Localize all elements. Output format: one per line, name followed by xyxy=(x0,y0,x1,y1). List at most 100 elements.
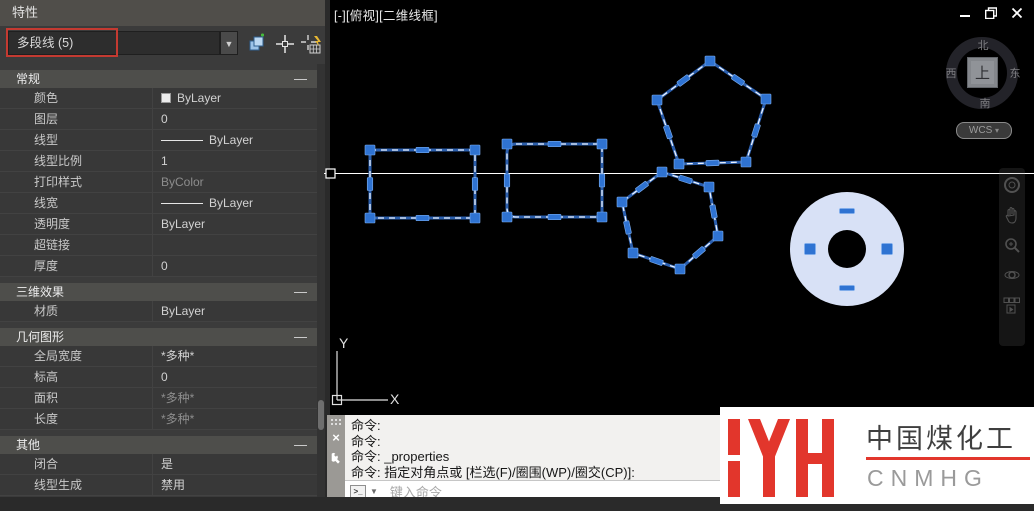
rectangle-2-midpoint-grip[interactable] xyxy=(599,174,605,187)
hexagon-vertex-grip[interactable] xyxy=(713,231,723,241)
property-value[interactable]: ByLayer xyxy=(152,130,317,150)
collapse-icon[interactable]: — xyxy=(294,436,307,454)
collapse-icon[interactable]: — xyxy=(294,328,307,346)
zoom-icon[interactable] xyxy=(1003,236,1021,254)
hexagon-midpoint-grip[interactable] xyxy=(623,221,631,235)
rectangle-1-midpoint-grip[interactable] xyxy=(367,178,373,191)
rectangle-2-vertex-grip[interactable] xyxy=(597,139,607,149)
viewcube-west-label[interactable]: 西 xyxy=(946,65,957,81)
minimize-button[interactable] xyxy=(955,5,975,20)
rectangle-1-midpoint-grip[interactable] xyxy=(416,215,429,221)
viewcube-south-label[interactable]: 南 xyxy=(980,95,991,111)
property-value[interactable]: ByLayer xyxy=(152,88,317,108)
dropdown-arrow-icon[interactable]: ▼ xyxy=(220,31,238,55)
pentagon-midpoint-grip[interactable] xyxy=(706,160,719,166)
pentagon-midpoint-grip[interactable] xyxy=(677,74,691,86)
pentagon-midpoint-grip[interactable] xyxy=(663,125,672,139)
donut-grip[interactable] xyxy=(882,244,893,255)
property-value[interactable]: ByColor xyxy=(152,172,317,192)
wcs-dropdown[interactable]: WCS ▾ xyxy=(956,122,1012,139)
pentagon-outline[interactable] xyxy=(657,61,766,164)
rectangle-1-outline[interactable] xyxy=(370,150,475,218)
rectangle-2-midpoint-grip[interactable] xyxy=(548,214,561,220)
hexagon-midpoint-grip[interactable] xyxy=(649,256,663,265)
property-value[interactable]: 0 xyxy=(152,109,317,129)
command-close-icon[interactable]: × xyxy=(327,430,345,445)
rectangle-1-vertex-grip[interactable] xyxy=(470,145,480,155)
hexagon-midpoint-grip[interactable] xyxy=(692,246,705,259)
rectangle-1-midpoint-grip[interactable] xyxy=(416,147,429,153)
viewcube-north-label[interactable]: 北 xyxy=(978,37,989,53)
property-row: 颜色ByLayer xyxy=(0,88,317,109)
hexagon-vertex-grip[interactable] xyxy=(628,248,638,258)
section-header[interactable]: 常规— xyxy=(0,70,317,88)
rectangle-1-vertex-grip[interactable] xyxy=(365,145,375,155)
restore-button[interactable] xyxy=(981,5,1001,20)
hexagon-vertex-grip[interactable] xyxy=(704,182,714,192)
rectangle-2-vertex-grip[interactable] xyxy=(502,139,512,149)
cursor-pickbox[interactable] xyxy=(326,169,335,178)
pentagon-vertex-grip[interactable] xyxy=(652,95,662,105)
rectangle-2-midpoint-grip[interactable] xyxy=(548,141,561,147)
hexagon-vertex-grip[interactable] xyxy=(617,197,627,207)
hexagon-midpoint-grip[interactable] xyxy=(635,181,649,193)
property-value[interactable]: 0 xyxy=(152,256,317,276)
section-header[interactable]: 几何图形— xyxy=(0,328,317,346)
select-objects-icon[interactable] xyxy=(274,33,296,55)
rectangle-2-midpoint-grip[interactable] xyxy=(504,174,510,187)
hexagon-vertex-grip[interactable] xyxy=(657,167,667,177)
toggle-pickadd-icon[interactable] xyxy=(246,33,268,55)
palette-scrollbar[interactable] xyxy=(317,64,325,497)
property-value[interactable]: 禁用 xyxy=(152,475,317,495)
viewcube-top-face[interactable]: 上 xyxy=(967,57,998,88)
hexagon-midpoint-grip[interactable] xyxy=(678,175,692,184)
donut-grip[interactable] xyxy=(805,244,816,255)
pentagon-vertex-grip[interactable] xyxy=(705,56,715,66)
section-header[interactable]: 其他— xyxy=(0,436,317,454)
pan-hand-icon[interactable] xyxy=(1003,206,1021,224)
collapse-icon[interactable]: — xyxy=(294,283,307,301)
donut-grip[interactable] xyxy=(840,286,855,291)
rectangle-2-vertex-grip[interactable] xyxy=(502,212,512,222)
property-value[interactable] xyxy=(152,235,317,255)
property-value[interactable]: ByLayer xyxy=(152,193,317,213)
property-value[interactable]: ByLayer xyxy=(152,301,317,321)
pentagon-midpoint-grip[interactable] xyxy=(751,123,760,137)
section-header[interactable]: 三维效果— xyxy=(0,283,317,301)
palette-scrollbar-thumb[interactable] xyxy=(318,400,324,430)
property-value[interactable]: 0 xyxy=(152,367,317,387)
property-value[interactable]: *多种* xyxy=(152,388,317,408)
viewcube-east-label[interactable]: 东 xyxy=(1010,65,1021,81)
navigation-wheel-icon[interactable] xyxy=(1003,176,1021,194)
property-value[interactable]: 1 xyxy=(152,151,317,171)
pentagon-midpoint-grip[interactable] xyxy=(731,74,745,86)
pentagon-vertex-grip[interactable] xyxy=(741,157,751,167)
drawing-viewport[interactable]: YX [-][俯视][二维线框] 上 北 南 西 东 WCS ▾ xyxy=(330,0,1034,415)
wrench-icon[interactable] xyxy=(329,451,343,465)
property-value[interactable]: *多种* xyxy=(152,346,317,366)
property-value[interactable]: ByLayer xyxy=(152,214,317,234)
orbit-icon[interactable] xyxy=(1003,266,1021,284)
hexagon-vertex-grip[interactable] xyxy=(675,264,685,274)
rectangle-2-outline[interactable] xyxy=(507,144,602,217)
showmotion-icon[interactable] xyxy=(1003,296,1021,314)
drag-handle-icon[interactable] xyxy=(330,418,342,426)
object-type-dropdown[interactable]: 多段线 (5) xyxy=(8,31,220,55)
drawing-canvas[interactable]: YX xyxy=(330,0,1034,415)
viewport-controls-label[interactable]: [-][俯视][二维线框] xyxy=(334,5,438,24)
hexagon-midpoint-grip[interactable] xyxy=(710,205,718,219)
prompt-dropdown-icon[interactable]: ▼ xyxy=(370,487,378,496)
rectangle-1-midpoint-grip[interactable] xyxy=(472,178,478,191)
property-value[interactable]: *多种* xyxy=(152,409,317,429)
rectangle-1-vertex-grip[interactable] xyxy=(365,213,375,223)
pentagon-vertex-grip[interactable] xyxy=(674,159,684,169)
quick-select-icon[interactable] xyxy=(300,33,322,55)
rectangle-2-vertex-grip[interactable] xyxy=(597,212,607,222)
pentagon-vertex-grip[interactable] xyxy=(761,94,771,104)
rectangle-1-vertex-grip[interactable] xyxy=(470,213,480,223)
property-value[interactable]: 是 xyxy=(152,454,317,474)
close-button[interactable] xyxy=(1007,5,1027,20)
command-window-titlebar[interactable]: × xyxy=(327,415,345,502)
collapse-icon[interactable]: — xyxy=(294,70,307,88)
donut-grip[interactable] xyxy=(840,209,855,214)
